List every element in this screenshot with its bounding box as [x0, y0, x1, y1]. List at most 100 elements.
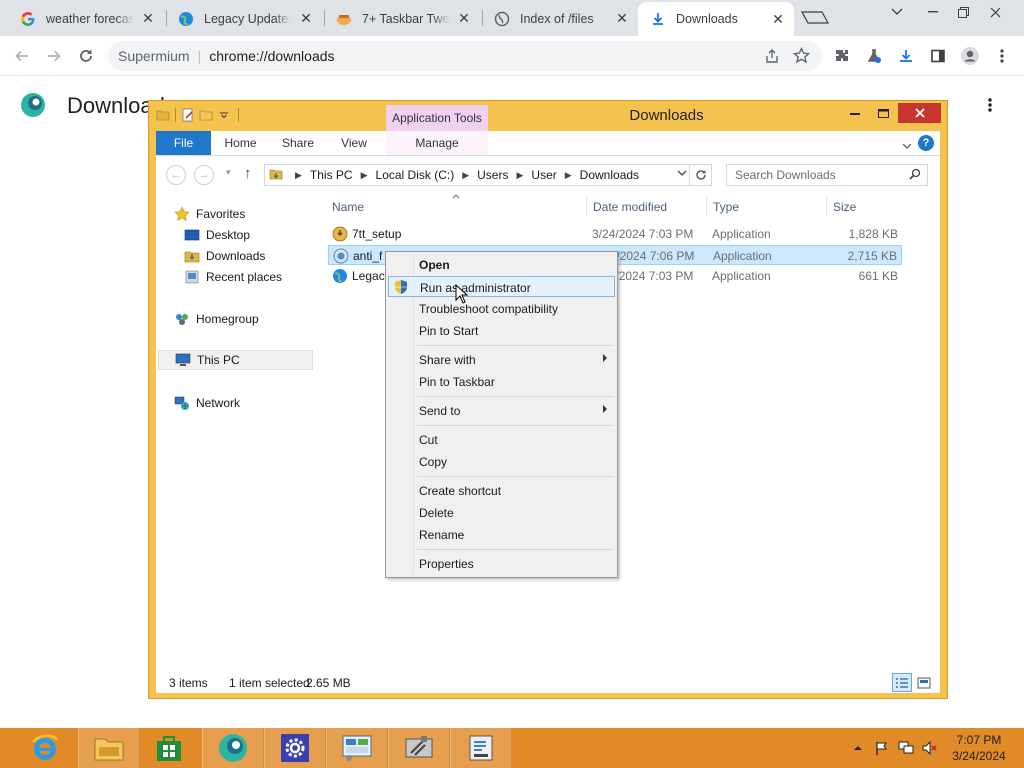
- profile-avatar-icon[interactable]: [956, 42, 984, 70]
- bookmark-star-icon[interactable]: [792, 46, 811, 67]
- tab-downloads[interactable]: Downloads ✕: [638, 2, 794, 36]
- menu-item-rename[interactable]: Rename: [388, 524, 615, 545]
- folder-icon[interactable]: [155, 107, 171, 123]
- menu-item-open[interactable]: Open: [388, 254, 615, 275]
- refresh-icon[interactable]: [689, 165, 711, 185]
- address-dropdown-icon[interactable]: [677, 168, 687, 179]
- nav-this-pc[interactable]: This PC: [158, 350, 313, 370]
- file-explorer-taskbar-icon[interactable]: [78, 728, 140, 768]
- forward-arrow-icon[interactable]: [40, 42, 68, 70]
- show-hidden-icons-icon[interactable]: [850, 740, 866, 756]
- close-icon[interactable]: ✕: [140, 10, 156, 27]
- nav-homegroup[interactable]: Homegroup: [174, 309, 259, 329]
- up-arrow-icon[interactable]: ↑: [244, 165, 252, 182]
- tab-weather-forecast[interactable]: weather forecast ✕: [8, 3, 164, 34]
- explorer-title-bar[interactable]: Application Tools Downloads: [149, 101, 947, 131]
- breadcrumb-local-disk[interactable]: Local Disk (C:): [376, 168, 455, 182]
- help-icon[interactable]: ?: [918, 135, 934, 151]
- menu-item-run-as-administrator[interactable]: Run as administrator: [388, 276, 615, 297]
- menu-item-delete[interactable]: Delete: [388, 502, 615, 523]
- new-folder-icon[interactable]: [198, 107, 214, 123]
- close-icon[interactable]: ✕: [614, 10, 630, 27]
- breadcrumb-user[interactable]: User: [531, 168, 556, 182]
- reload-icon[interactable]: [72, 42, 100, 70]
- page-menu-kebab-icon[interactable]: [982, 94, 998, 116]
- ribbon-tab-file[interactable]: File: [156, 131, 211, 155]
- tab-legacy-update[interactable]: Legacy Update: ✕: [166, 3, 322, 34]
- nav-network[interactable]: Network: [174, 393, 240, 413]
- internet-explorer-icon[interactable]: [14, 728, 76, 768]
- tab-search-chevron-icon[interactable]: [880, 0, 914, 24]
- ribbon-tab-home[interactable]: Home: [213, 131, 268, 155]
- downloads-toolbar-icon[interactable]: [892, 42, 920, 70]
- ribbon-tab-share[interactable]: Share: [270, 131, 326, 155]
- ribbon-tab-view[interactable]: View: [328, 131, 380, 155]
- menu-item-pin-to-taskbar[interactable]: Pin to Taskbar: [388, 371, 615, 392]
- explorer-address-bar[interactable]: ▶ This PC ▶ Local Disk (C:) ▶ Users ▶ Us…: [264, 164, 712, 186]
- side-panel-icon[interactable]: [924, 42, 952, 70]
- details-view-icon[interactable]: [892, 673, 912, 692]
- settings-gear-icon[interactable]: [264, 728, 326, 768]
- nav-downloads[interactable]: Downloads: [184, 246, 265, 266]
- ribbon-tab-manage[interactable]: Manage: [386, 131, 488, 155]
- maximize-icon[interactable]: [873, 103, 893, 123]
- share-icon[interactable]: [764, 48, 780, 67]
- column-header-name[interactable]: Name: [332, 200, 364, 214]
- extensions-puzzle-icon[interactable]: [828, 42, 856, 70]
- volume-muted-icon[interactable]: [922, 740, 938, 756]
- qat-dropdown-icon[interactable]: [216, 107, 232, 123]
- search-downloads-input[interactable]: Search Downloads: [726, 164, 928, 186]
- breadcrumb-users[interactable]: Users: [477, 168, 508, 182]
- restore-icon[interactable]: [946, 0, 980, 24]
- recent-locations-chevron-icon[interactable]: ▾: [226, 167, 231, 178]
- menu-item-create-shortcut[interactable]: Create shortcut: [388, 480, 615, 501]
- menu-item-troubleshoot-compatibility[interactable]: Troubleshoot compatibility: [388, 298, 615, 319]
- menu-item-cut[interactable]: Cut: [388, 429, 615, 450]
- taskbar-clock[interactable]: 7:07 PM 3/24/2024: [946, 732, 1012, 764]
- back-arrow-icon[interactable]: ←: [166, 165, 186, 185]
- breadcrumb-this-pc[interactable]: This PC: [310, 168, 353, 182]
- nav-favorites[interactable]: Favorites: [174, 204, 245, 224]
- menu-item-pin-to-start[interactable]: Pin to Start: [388, 320, 615, 341]
- close-icon[interactable]: [978, 0, 1012, 24]
- properties-icon[interactable]: [180, 107, 196, 123]
- close-icon[interactable]: ✕: [298, 10, 314, 27]
- control-panel-icon[interactable]: [326, 728, 388, 768]
- breadcrumb-chevron-icon[interactable]: ▶: [361, 170, 368, 181]
- lab-flask-icon[interactable]: [860, 42, 888, 70]
- menu-item-share-with[interactable]: Share with: [388, 349, 615, 370]
- windows-store-icon[interactable]: [138, 728, 200, 768]
- breadcrumb-chevron-icon[interactable]: ▶: [565, 170, 572, 181]
- system-tools-icon[interactable]: [388, 728, 450, 768]
- breadcrumb-chevron-icon[interactable]: ▶: [295, 170, 302, 181]
- new-tab-icon[interactable]: [800, 9, 830, 28]
- task-manager-icon[interactable]: [450, 728, 512, 768]
- minimize-icon[interactable]: [845, 103, 865, 123]
- column-header-size[interactable]: Size: [833, 200, 856, 214]
- close-icon[interactable]: ✕: [770, 11, 786, 27]
- back-arrow-icon[interactable]: [8, 42, 36, 70]
- ribbon-expand-chevron-icon[interactable]: [902, 138, 912, 152]
- column-header-date-modified[interactable]: Date modified: [593, 200, 667, 214]
- address-bar[interactable]: Supermium | chrome://downloads: [108, 41, 822, 71]
- large-icons-view-icon[interactable]: [914, 673, 934, 692]
- tab-index-of-files[interactable]: Index of /files ✕: [482, 3, 638, 34]
- action-center-flag-icon[interactable]: [874, 740, 890, 756]
- breadcrumb-downloads[interactable]: Downloads: [580, 168, 639, 182]
- menu-item-properties[interactable]: Properties: [388, 553, 615, 574]
- nav-recent-places[interactable]: Recent places: [184, 267, 282, 287]
- breadcrumb-chevron-icon[interactable]: ▶: [516, 170, 523, 181]
- close-icon[interactable]: ✕: [456, 10, 472, 27]
- column-header-type[interactable]: Type: [713, 200, 739, 214]
- network-status-icon[interactable]: [898, 740, 914, 756]
- tab-taskbar-tweaker[interactable]: 7+ Taskbar Twea ✕: [324, 3, 480, 34]
- menu-item-send-to[interactable]: Send to: [388, 400, 615, 421]
- close-icon[interactable]: [898, 103, 941, 123]
- supermium-taskbar-icon[interactable]: [202, 728, 264, 768]
- file-row-7tt-setup[interactable]: 7tt_setup 3/24/2024 7:03 PM Application …: [328, 224, 902, 244]
- browser-menu-kebab-icon[interactable]: [988, 42, 1016, 70]
- nav-desktop[interactable]: Desktop: [184, 225, 250, 245]
- menu-item-copy[interactable]: Copy: [388, 451, 615, 472]
- breadcrumb-chevron-icon[interactable]: ▶: [462, 170, 469, 181]
- forward-arrow-icon[interactable]: →: [194, 165, 214, 185]
